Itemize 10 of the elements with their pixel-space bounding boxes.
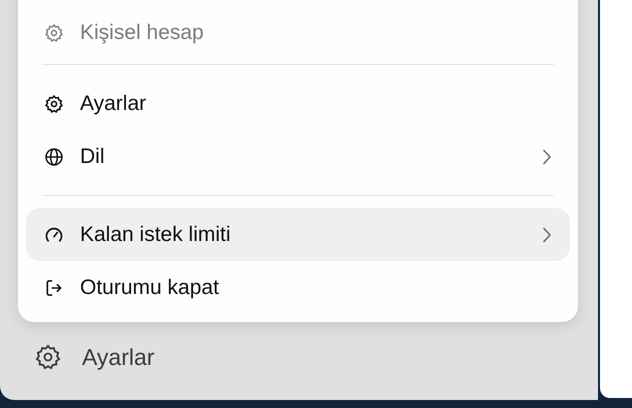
globe-icon — [44, 146, 64, 166]
menu-item[interactable]: Oturumu kapat — [26, 261, 570, 314]
logout-icon — [44, 278, 64, 298]
menu-item[interactable]: Kalan istek limiti — [26, 208, 570, 261]
gear-icon — [34, 342, 62, 371]
gear-icon — [44, 23, 64, 43]
sidebar-settings-item[interactable]: Ayarlar — [34, 340, 598, 374]
gear-icon — [44, 94, 64, 114]
menu-item[interactable]: Dil — [26, 130, 570, 183]
menu-item[interactable]: Ayarlar — [26, 77, 570, 130]
